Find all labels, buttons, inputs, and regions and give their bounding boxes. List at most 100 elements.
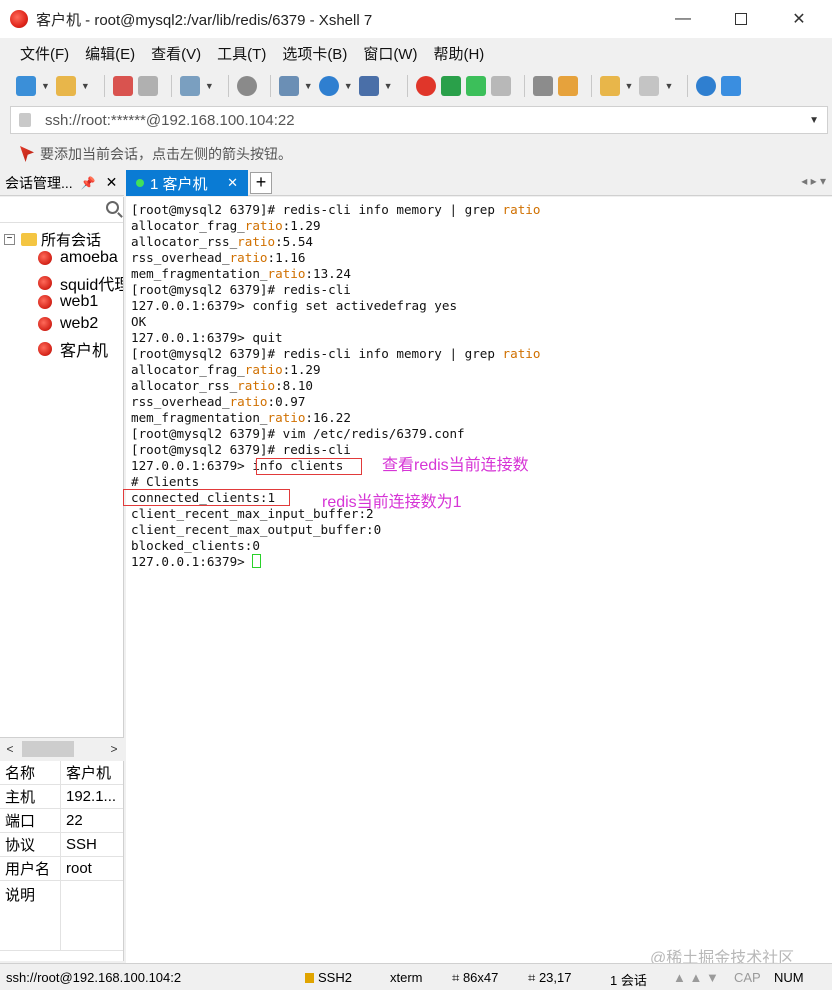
session-item-squid[interactable]: squid代理 (38, 271, 123, 295)
terminal-output[interactable]: [root@mysql2 6379]# redis-cli info memor… (123, 197, 832, 963)
session-label: web1 (60, 293, 99, 310)
close-icon[interactable]: ✕ (227, 175, 238, 191)
hint-bar: 要添加当前会话，点击左侧的箭头按钮。 (10, 141, 828, 167)
folder-icon (21, 233, 37, 246)
menu-tools[interactable]: 工具(T) (217, 43, 266, 64)
fullscreen-icon[interactable] (465, 76, 486, 96)
add-tab-button[interactable]: + (250, 172, 272, 194)
tab-nav-arrows[interactable]: ◂ ▸ ▾ (801, 174, 826, 188)
menu-edit[interactable]: 编辑(E) (85, 43, 135, 64)
chevron-down-icon[interactable]: ▼ (41, 81, 50, 91)
toolbar-divider (170, 75, 172, 97)
session-item-amoeba[interactable]: amoeba (38, 249, 118, 267)
status-arrows: ▲ ▲ ▼ (673, 970, 719, 985)
status-cursor-label: 23,17 (538, 970, 572, 985)
close-button[interactable]: ✕ (770, 0, 828, 38)
tree-horizontal-scrollbar[interactable]: < > (0, 737, 124, 759)
property-value: 192.1... (66, 788, 117, 805)
add-folder-icon[interactable] (599, 76, 620, 96)
find-icon[interactable] (236, 76, 257, 96)
chevron-down-icon[interactable]: ▼ (81, 81, 90, 91)
toolbar-divider (103, 75, 105, 97)
globe-icon[interactable] (318, 76, 339, 96)
property-row: 端口 22 (0, 809, 123, 833)
highlighted-keyword: ratio (502, 346, 541, 361)
keyboard-icon[interactable] (532, 76, 553, 96)
session-item-web2[interactable]: web2 (38, 315, 98, 333)
help-icon[interactable] (696, 76, 717, 96)
terminal-line: blocked_clients:0 (131, 538, 260, 553)
cursor-pos-icon: ⌗ (528, 970, 539, 985)
menu-help[interactable]: 帮助(H) (433, 43, 484, 64)
session-label: web2 (60, 315, 99, 332)
address-field[interactable]: ssh://root:******@192.168.100.104:22 (45, 112, 295, 129)
terminal-line: mem_fragmentation_ratio:16.22 (131, 410, 351, 425)
chevron-down-icon[interactable]: ▼ (344, 81, 353, 91)
toolbar-divider (406, 75, 408, 97)
property-key: 说明 (0, 881, 61, 951)
highlighted-keyword: ratio (267, 410, 306, 425)
chevron-down-icon[interactable]: ▼ (809, 115, 819, 126)
highlight-icon[interactable] (557, 76, 578, 96)
terminal-line: 127.0.0.1:6379> config set activedefrag … (131, 298, 458, 313)
chevron-down-icon[interactable]: ▼ (625, 81, 634, 91)
status-size-label: 86x47 (462, 970, 499, 985)
xshell-icon[interactable] (415, 76, 436, 96)
scroll-left-icon[interactable]: < (0, 742, 20, 756)
terminal-line: allocator_frag_ratio:1.29 (131, 362, 321, 377)
menu-file[interactable]: 文件(F) (20, 43, 69, 64)
chevron-down-icon[interactable]: ▼ (664, 81, 673, 91)
maximize-button[interactable] (712, 0, 770, 38)
highlighted-keyword: ratio (267, 266, 306, 281)
address-bar[interactable]: ssh://root:******@192.168.100.104:22 ▼ (10, 106, 828, 134)
property-row: 用户名 root (0, 857, 123, 881)
terminal-line: allocator_rss_ratio:5.54 (131, 234, 313, 249)
session-icon (38, 295, 52, 309)
terminal-line: OK (131, 314, 147, 329)
toolbar-divider (590, 75, 592, 97)
scroll-thumb[interactable] (22, 740, 74, 757)
session-item-client[interactable]: 客户机 (38, 337, 108, 361)
session-icon (38, 342, 52, 356)
pin-icon[interactable]: 📌 (81, 176, 96, 190)
property-value: 22 (66, 812, 83, 829)
status-cap: CAP (734, 970, 761, 985)
session-panel-title: 会话管理... (5, 174, 73, 191)
properties-icon[interactable] (179, 76, 200, 96)
property-row: 名称 客户机 (0, 761, 123, 785)
chat-icon[interactable] (721, 76, 742, 96)
tab-client[interactable]: 1 客户机 ✕ (126, 170, 248, 196)
session-item-web1[interactable]: web1 (38, 293, 98, 311)
connect-icon[interactable] (112, 76, 133, 96)
menu-window[interactable]: 窗口(W) (363, 43, 417, 64)
terminal-line: [root@mysql2 6379]# redis-cli (131, 282, 351, 297)
search-icon[interactable] (106, 201, 119, 214)
chevron-down-icon[interactable]: ▼ (304, 81, 313, 91)
close-icon[interactable]: ✕ (106, 174, 118, 191)
lock-icon (19, 113, 31, 127)
scroll-right-icon[interactable]: > (104, 742, 124, 756)
terminal-line: [root@mysql2 6379]# redis-cli info memor… (131, 346, 541, 361)
font-icon[interactable] (358, 76, 379, 96)
xftp-icon[interactable] (440, 76, 461, 96)
toolbar-divider (227, 75, 229, 97)
chevron-down-icon[interactable]: ▼ (384, 81, 393, 91)
lock-icon[interactable] (490, 76, 511, 96)
menu-tabs[interactable]: 选项卡(B) (282, 43, 347, 64)
chevron-down-icon[interactable]: ▼ (205, 81, 214, 91)
open-folder-icon[interactable] (55, 76, 76, 96)
minimize-button[interactable]: — (654, 0, 712, 38)
minimize-icon: — (675, 10, 691, 27)
menu-view[interactable]: 查看(V) (151, 43, 201, 64)
layout-icon[interactable] (278, 76, 299, 96)
status-num: NUM (774, 970, 804, 985)
arrow-pointer-icon[interactable] (20, 146, 34, 162)
session-search-input[interactable] (0, 197, 123, 223)
grid-icon[interactable] (639, 76, 660, 96)
terminal-line: [root@mysql2 6379]# redis-cli info memor… (131, 202, 541, 217)
disconnect-icon[interactable] (137, 76, 158, 96)
tree-root-all-sessions[interactable]: − 所有会话 (4, 229, 101, 250)
collapse-icon[interactable]: − (4, 234, 15, 245)
new-session-icon[interactable] (16, 76, 36, 96)
annotation-text-2: redis当前连接数为1 (322, 494, 462, 511)
